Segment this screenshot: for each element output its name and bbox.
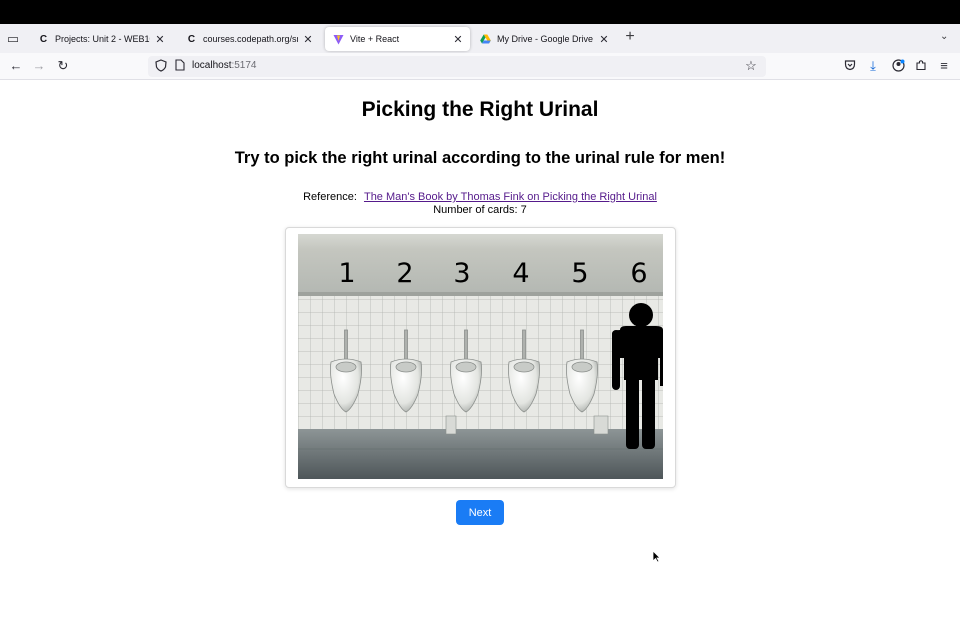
bookmark-star-icon[interactable]: ☆ xyxy=(744,59,758,73)
page-subtitle: Try to pick the right urinal according t… xyxy=(234,149,726,167)
codepath-icon: C xyxy=(39,33,48,45)
google-drive-icon xyxy=(480,34,491,45)
page-icon xyxy=(173,59,187,73)
tab-title: Projects: Unit 2 - WEB102 | Inte xyxy=(55,34,150,44)
account-icon[interactable] xyxy=(891,59,905,73)
new-tab-icon[interactable]: + xyxy=(622,29,638,45)
download-icon[interactable]: ⤓ xyxy=(866,59,880,73)
page-title: Picking the Right Urinal xyxy=(361,98,599,121)
flashcard[interactable]: 1 2 3 4 5 6 xyxy=(285,227,676,488)
url-text[interactable]: localhost:5174 xyxy=(192,60,257,71)
reload-icon[interactable]: ↻ xyxy=(56,59,70,73)
forward-icon[interactable]: → xyxy=(32,59,46,73)
close-icon[interactable]: ✕ xyxy=(302,33,314,46)
reference-label: Reference: xyxy=(303,191,357,203)
urinal-photo: 1 2 3 4 5 6 xyxy=(298,234,663,479)
urinal-number: 4 xyxy=(512,258,529,289)
navigation-toolbar: ← → ↻ localhost:5174 ☆ ⤓ ≡ xyxy=(0,53,960,80)
reference-line: Reference: The Man's Book by Thomas Fink… xyxy=(0,191,960,203)
shield-icon[interactable] xyxy=(154,59,168,73)
close-icon[interactable]: ✕ xyxy=(452,33,464,46)
tab-projects-unit-2[interactable]: C Projects: Unit 2 - WEB102 | Inte ✕ xyxy=(30,27,172,51)
urinal-number: 2 xyxy=(396,258,413,289)
back-icon[interactable]: ← xyxy=(9,59,23,73)
close-icon[interactable]: ✕ xyxy=(154,33,166,46)
tab-strip: ▭ C Projects: Unit 2 - WEB102 | Inte ✕ C… xyxy=(0,24,960,53)
urinal-number: 5 xyxy=(571,258,588,289)
card-count: Number of cards: 7 xyxy=(433,204,527,216)
reference-link[interactable]: The Man's Book by Thomas Fink on Picking… xyxy=(364,191,657,203)
chevron-down-icon[interactable]: ⌄ xyxy=(940,31,948,42)
tab-google-drive[interactable]: My Drive - Google Drive ✕ xyxy=(472,27,616,51)
urinal-number: 3 xyxy=(453,258,470,289)
urinal-number: 6 xyxy=(630,258,647,289)
page-content: Picking the Right Urinal Try to pick the… xyxy=(0,80,960,624)
tab-title: courses.codepath.org/snippets/ xyxy=(203,34,298,44)
pocket-icon[interactable] xyxy=(843,59,857,73)
vite-icon xyxy=(333,34,344,45)
tab-vite-react[interactable]: Vite + React ✕ xyxy=(325,27,470,51)
close-icon[interactable]: ✕ xyxy=(598,33,610,46)
tab-codepath-snippets[interactable]: C courses.codepath.org/snippets/ ✕ xyxy=(178,27,320,51)
screen-top-bar xyxy=(0,0,960,24)
next-button[interactable]: Next xyxy=(456,500,504,525)
tab-list-icon[interactable]: ▭ xyxy=(5,31,21,47)
menu-icon[interactable]: ≡ xyxy=(937,59,951,73)
codepath-icon: C xyxy=(187,33,196,45)
tab-title: Vite + React xyxy=(350,34,400,44)
url-host: localhost xyxy=(192,60,232,71)
url-port: :5174 xyxy=(231,60,257,71)
tab-title: My Drive - Google Drive xyxy=(497,34,594,44)
url-bar[interactable]: localhost:5174 ☆ xyxy=(148,56,766,77)
extensions-icon[interactable] xyxy=(914,59,928,73)
mouse-cursor-icon xyxy=(652,550,661,568)
urinal-number: 1 xyxy=(338,258,355,289)
